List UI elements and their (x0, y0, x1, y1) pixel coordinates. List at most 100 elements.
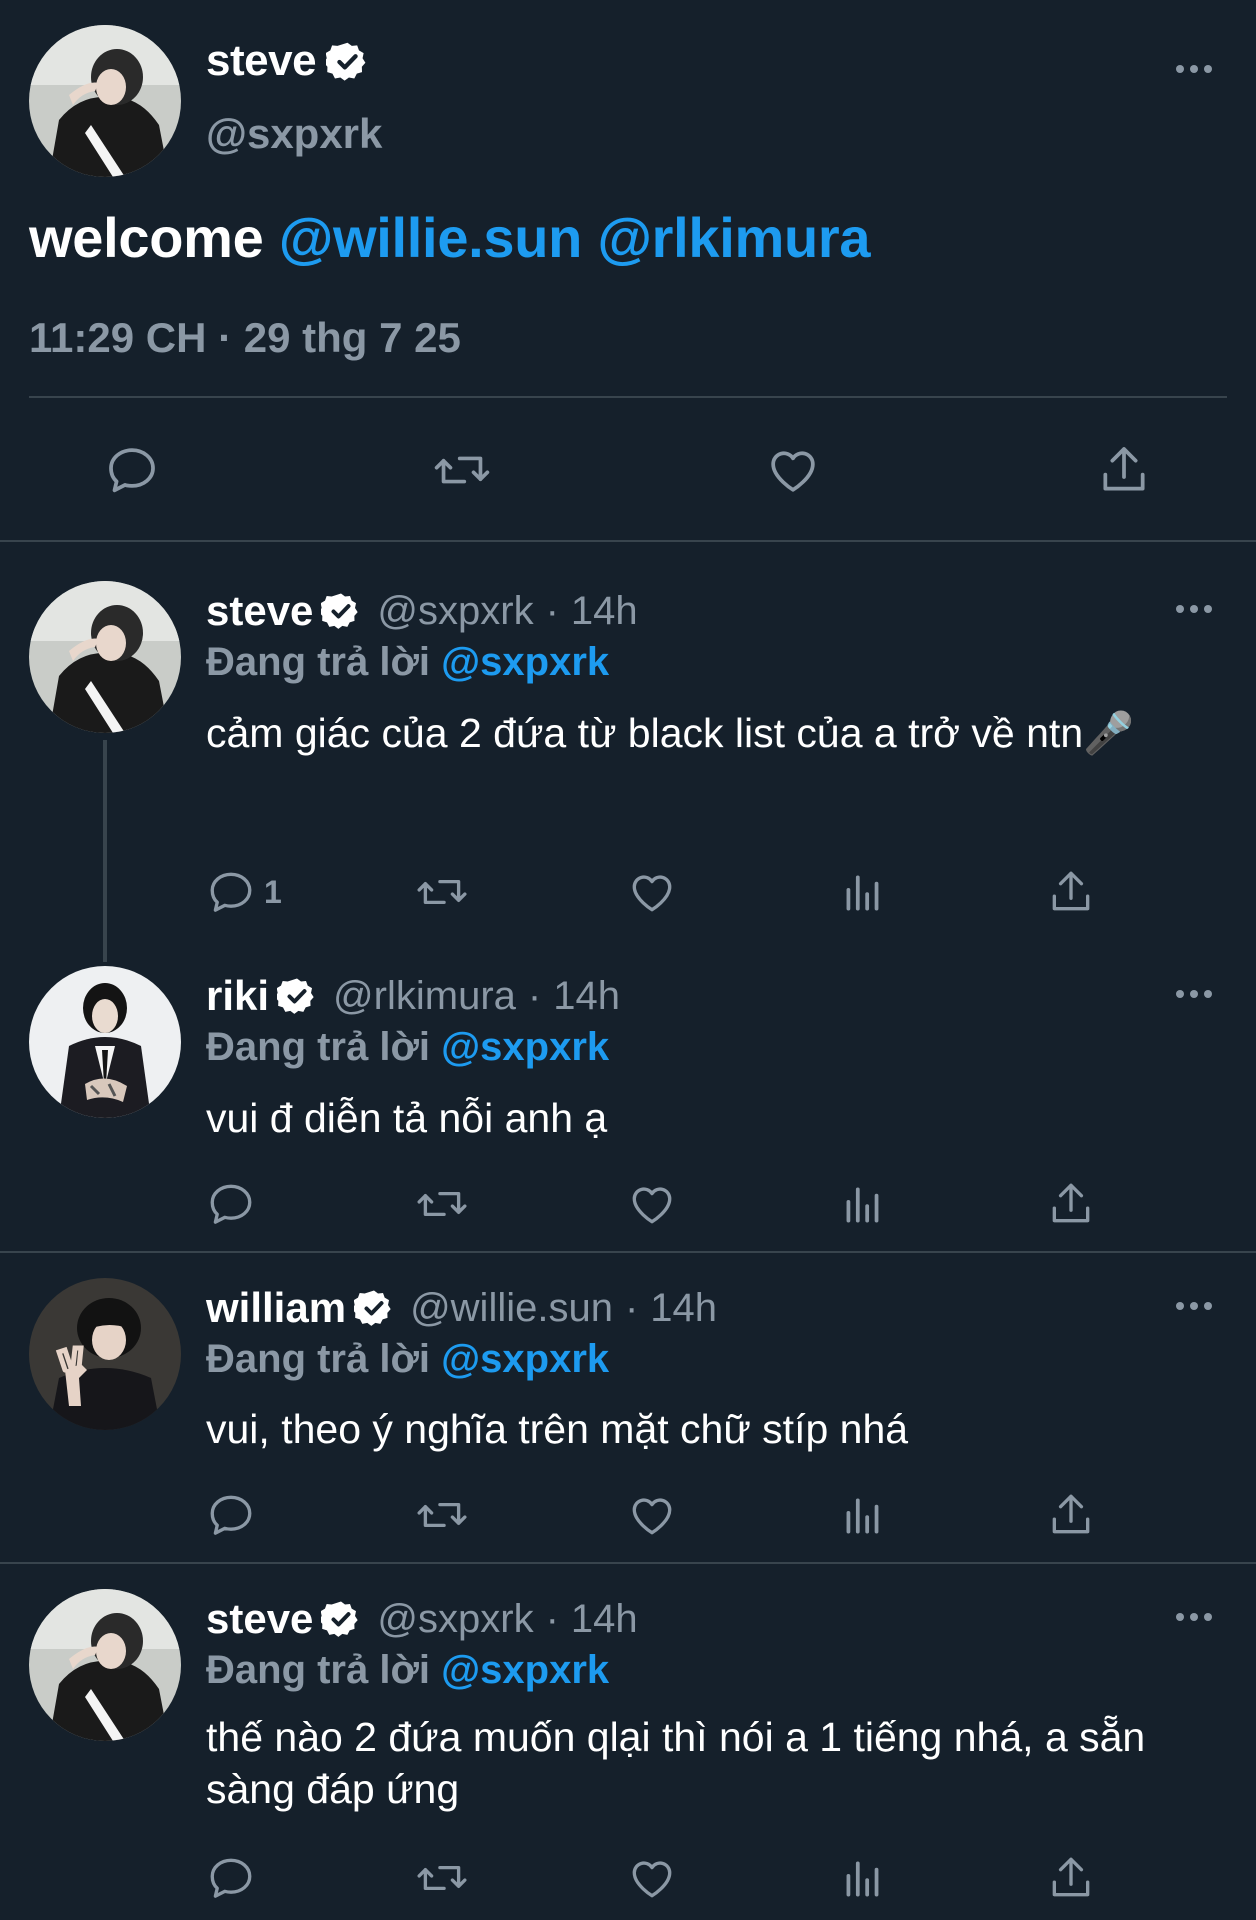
tweet-thread-page: steve @sxpxrk welcome @willie.sun @rlkim… (0, 0, 1256, 1920)
separator-dot: · (527, 973, 542, 1018)
views-icon (846, 875, 879, 911)
share-icon (1052, 1857, 1090, 1897)
reply-time[interactable]: 14h (650, 1286, 717, 1331)
replying-to: Đang trả lời @sxpxrk (206, 1648, 609, 1693)
author-name[interactable]: steve (206, 1595, 313, 1643)
like-icon (632, 1861, 672, 1898)
like-button[interactable] (763, 440, 823, 500)
retweet-button[interactable] (415, 1850, 469, 1906)
avatar[interactable] (29, 966, 181, 1118)
share-button[interactable] (1046, 1176, 1096, 1232)
share-icon (1052, 871, 1090, 911)
reply-text: cảm giác của 2 đứa từ black list của a t… (206, 710, 1135, 756)
avatar[interactable] (29, 1589, 181, 1741)
replying-to: Đang trả lời @sxpxrk (206, 640, 609, 685)
reply-text: vui, theo ý nghĩa trên mặt chữ stíp nhá (206, 1406, 909, 1452)
like-button[interactable] (627, 864, 677, 920)
reply-time[interactable]: 14h (571, 589, 638, 634)
share-button[interactable] (1046, 1487, 1096, 1543)
reply-button[interactable] (206, 1176, 256, 1232)
author-name[interactable]: william (206, 1284, 346, 1332)
replying-mention[interactable]: @sxpxrk (441, 1337, 609, 1381)
share-button[interactable] (1094, 440, 1154, 500)
tweet-timestamp[interactable]: 11:29 CH · 29 thg 7 25 (29, 314, 461, 362)
avatar[interactable] (29, 1278, 181, 1430)
views-button[interactable] (838, 1850, 888, 1906)
replying-prefix: Đang trả lời (206, 1648, 431, 1692)
reply-button[interactable] (206, 1850, 256, 1906)
author-handle[interactable]: @sxpxrk (206, 110, 382, 158)
author-handle[interactable]: @rlkimura (333, 974, 516, 1019)
retweet-icon (434, 456, 490, 484)
replying-to: Đang trả lời @sxpxrk (206, 1025, 609, 1070)
reply-icon (109, 448, 155, 493)
like-icon (632, 1498, 672, 1535)
reply-button[interactable] (206, 1487, 256, 1543)
views-button[interactable] (838, 1487, 888, 1543)
reply-header: riki @rlkimura · 14h (206, 972, 620, 1020)
author-handle[interactable]: @willie.sun (410, 1286, 613, 1331)
retweet-button[interactable] (415, 864, 469, 920)
reply-time[interactable]: 14h (571, 1597, 638, 1642)
verified-icon (321, 1601, 359, 1637)
more-icon[interactable] (1174, 62, 1214, 76)
reply-text: vui đ diễn tả nỗi anh ạ (206, 1095, 608, 1141)
more-icon[interactable] (1174, 1299, 1214, 1313)
retweet-button[interactable] (415, 1176, 469, 1232)
separator-dot: · (624, 1285, 639, 1330)
reply-button[interactable] (102, 440, 162, 500)
verified-icon (321, 593, 359, 629)
action-bar: 1 (0, 864, 1256, 920)
replying-mention[interactable]: @sxpxrk (441, 1025, 609, 1069)
author-name[interactable]: riki (206, 972, 269, 1020)
avatar[interactable] (29, 25, 181, 177)
replying-mention[interactable]: @sxpxrk (441, 640, 609, 684)
reply-time[interactable]: 14h (553, 974, 620, 1019)
retweet-icon (417, 879, 467, 905)
divider (0, 1562, 1256, 1564)
replying-prefix: Đang trả lời (206, 640, 431, 684)
more-icon[interactable] (1174, 1610, 1214, 1624)
replying-to: Đang trả lời @sxpxrk (206, 1337, 609, 1382)
separator-dot: · (545, 1596, 559, 1641)
author-name[interactable]: steve (206, 36, 317, 86)
share-button[interactable] (1046, 864, 1096, 920)
verified-icon (326, 42, 366, 81)
main-tweet: steve @sxpxrk welcome @willie.sun @rlkim… (0, 0, 1256, 542)
replying-mention[interactable]: @sxpxrk (441, 1648, 609, 1692)
views-icon (846, 1187, 879, 1223)
mention-link[interactable]: @rlkimura (597, 206, 870, 269)
like-button[interactable] (627, 1487, 677, 1543)
retweet-button[interactable] (415, 1487, 469, 1543)
more-icon[interactable] (1174, 602, 1214, 616)
action-bar (0, 1487, 1256, 1543)
reply-header: steve @sxpxrk · 14h (206, 587, 638, 635)
views-button[interactable] (838, 1176, 888, 1232)
verified-icon (354, 1290, 391, 1326)
verified-icon (277, 978, 314, 1014)
avatar[interactable] (29, 581, 181, 733)
replying-prefix: Đang trả lời (206, 1337, 431, 1381)
replying-prefix: Đang trả lời (206, 1025, 431, 1069)
like-button[interactable] (627, 1850, 677, 1906)
mention-link[interactable]: @willie.sun (279, 206, 583, 269)
retweet-button[interactable] (432, 440, 492, 500)
reply-icon (210, 1858, 252, 1898)
separator-dot: · (545, 588, 559, 633)
author-name[interactable]: steve (206, 587, 313, 635)
reply-button[interactable]: 1 (206, 864, 282, 920)
tweet-text-word: welcome (29, 206, 264, 269)
like-button[interactable] (627, 1176, 677, 1232)
share-icon (1052, 1183, 1090, 1223)
retweet-icon (417, 1191, 467, 1217)
reply-icon (210, 1184, 252, 1224)
more-icon[interactable] (1174, 987, 1214, 1001)
author-handle[interactable]: @sxpxrk (377, 1597, 533, 1642)
thread-line (103, 740, 107, 962)
views-button[interactable] (838, 864, 888, 920)
action-bar (0, 440, 1256, 500)
share-icon (1052, 1494, 1090, 1534)
author-handle[interactable]: @sxpxrk (377, 589, 533, 634)
views-icon (846, 1861, 879, 1897)
share-button[interactable] (1046, 1850, 1096, 1906)
